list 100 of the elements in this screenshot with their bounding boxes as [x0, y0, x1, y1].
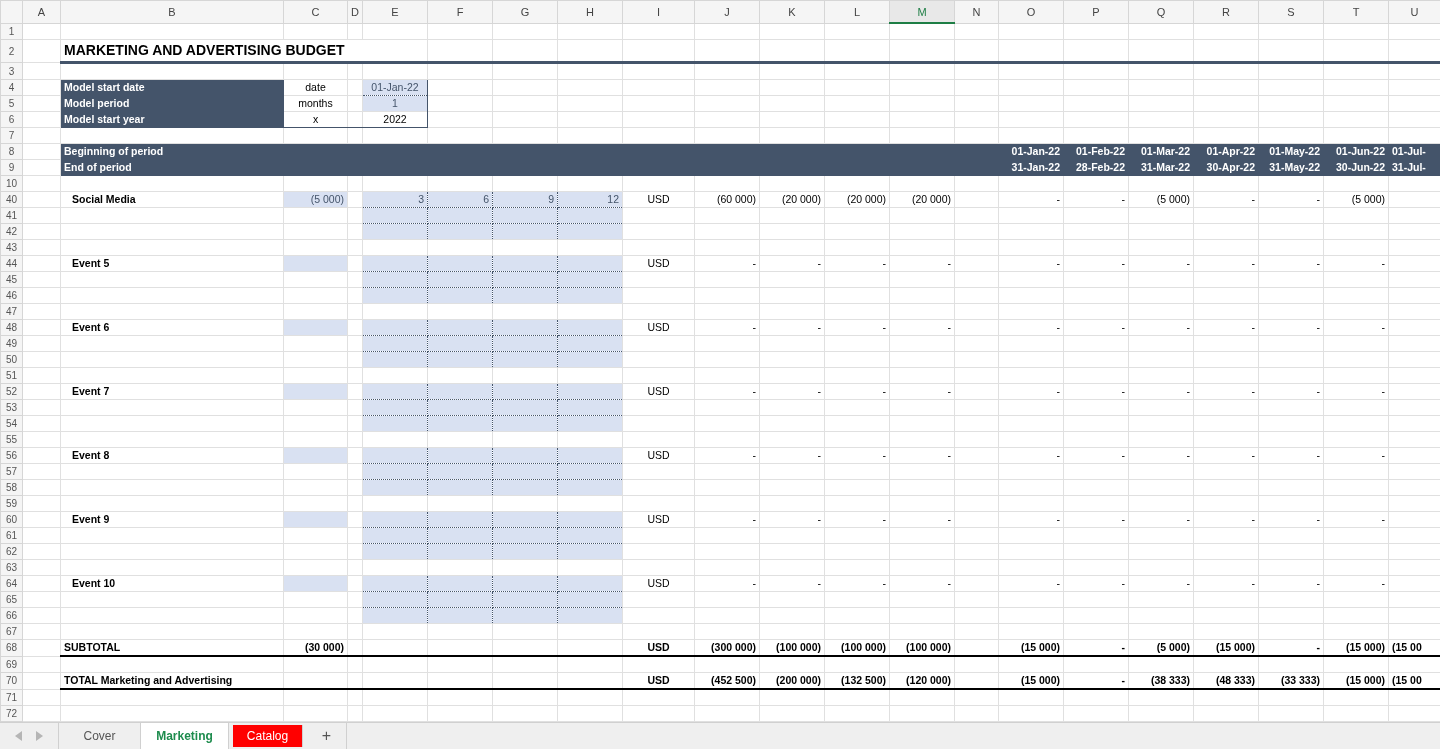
input-cell[interactable] [427, 271, 493, 288]
input-cell[interactable] [427, 399, 493, 416]
input-cell[interactable] [362, 271, 428, 288]
input-cell[interactable] [427, 287, 493, 304]
table-cell: - [1323, 511, 1389, 528]
table-cell: (5 000) [1323, 191, 1389, 208]
input-cell[interactable] [362, 415, 428, 432]
table-cell: USD [622, 639, 695, 656]
table-cell: - [694, 447, 760, 464]
input-cell[interactable] [427, 607, 493, 624]
column-header[interactable]: B [60, 0, 284, 23]
table-cell: - [1193, 319, 1259, 336]
input-cell[interactable] [492, 287, 558, 304]
input-cell[interactable] [362, 463, 428, 480]
input-cell[interactable] [492, 591, 558, 608]
table-cell: - [1128, 255, 1194, 272]
input-cell[interactable] [362, 399, 428, 416]
table-cell: USD [622, 575, 695, 592]
input-cell[interactable] [492, 527, 558, 544]
input-cell[interactable] [492, 335, 558, 352]
table-cell: - [889, 575, 955, 592]
input-cell[interactable] [362, 287, 428, 304]
input-cell[interactable] [492, 207, 558, 224]
table-cell: - [824, 319, 890, 336]
table-cell: USD [622, 383, 695, 400]
input-cell[interactable] [427, 591, 493, 608]
table-cell: x [283, 111, 348, 128]
input-cell[interactable] [492, 607, 558, 624]
input-cell[interactable] [362, 223, 428, 240]
sheet-tab[interactable]: Marketing [141, 723, 229, 749]
input-cell[interactable] [362, 351, 428, 368]
input-cell[interactable] [427, 223, 493, 240]
input-cell[interactable] [427, 463, 493, 480]
column-header[interactable]: H [557, 0, 623, 23]
column-header[interactable]: J [694, 0, 760, 23]
column-header[interactable]: S [1258, 0, 1324, 23]
column-header[interactable]: G [492, 0, 558, 23]
add-sheet-button[interactable]: + [307, 723, 347, 749]
column-header[interactable]: F [427, 0, 493, 23]
input-cell[interactable] [362, 335, 428, 352]
table-cell: (5 000) [1128, 191, 1194, 208]
input-cell[interactable] [427, 543, 493, 560]
input-cell[interactable] [492, 399, 558, 416]
table-cell: - [998, 511, 1064, 528]
table-cell: - [824, 447, 890, 464]
column-header[interactable]: L [824, 0, 890, 23]
input-cell[interactable] [362, 543, 428, 560]
input-cell[interactable] [427, 479, 493, 496]
table-cell: - [1323, 383, 1389, 400]
column-header[interactable]: E [362, 0, 428, 23]
input-cell[interactable] [362, 527, 428, 544]
table-cell: - [1063, 511, 1129, 528]
table-cell: - [1258, 511, 1324, 528]
input-cell[interactable] [362, 591, 428, 608]
input-cell[interactable] [492, 223, 558, 240]
input-cell[interactable] [427, 527, 493, 544]
input-cell[interactable] [492, 415, 558, 432]
column-header[interactable]: N [954, 0, 999, 23]
table-cell: - [889, 255, 955, 272]
sheet-tab[interactable]: Catalog [233, 725, 303, 747]
column-header[interactable]: Q [1128, 0, 1194, 23]
column-header[interactable]: M [889, 0, 955, 23]
table-cell: - [889, 319, 955, 336]
column-header[interactable]: U [1388, 0, 1440, 23]
table-cell: - [1063, 255, 1129, 272]
input-cell[interactable] [427, 415, 493, 432]
input-cell[interactable] [492, 543, 558, 560]
column-header[interactable]: R [1193, 0, 1259, 23]
table-cell: (100 000) [759, 639, 825, 656]
input-cell[interactable] [492, 351, 558, 368]
input-cell[interactable] [362, 207, 428, 224]
column-header[interactable]: A [22, 0, 61, 23]
table-cell: - [998, 383, 1064, 400]
column-header[interactable]: K [759, 0, 825, 23]
input-cell[interactable] [492, 479, 558, 496]
table-cell: - [1128, 319, 1194, 336]
input-cell[interactable] [362, 607, 428, 624]
table-cell: USD [622, 447, 695, 464]
input-cell[interactable] [362, 479, 428, 496]
table-cell: - [998, 319, 1064, 336]
table-cell: (15 000) [1323, 672, 1389, 689]
column-header[interactable]: P [1063, 0, 1129, 23]
table-cell: (15 000) [1193, 639, 1259, 656]
input-cell[interactable] [492, 271, 558, 288]
table-cell: - [1258, 575, 1324, 592]
table-cell: 2022 [362, 111, 428, 128]
column-header[interactable]: I [622, 0, 695, 23]
input-cell[interactable] [427, 335, 493, 352]
input-cell[interactable] [427, 207, 493, 224]
table-cell: months [283, 95, 348, 112]
row-header[interactable]: 2 [0, 39, 23, 63]
table-cell: USD [622, 191, 695, 208]
column-header[interactable]: T [1323, 0, 1389, 23]
table-cell: - [1128, 575, 1194, 592]
column-header[interactable]: O [998, 0, 1064, 23]
input-cell[interactable] [492, 463, 558, 480]
input-cell[interactable] [427, 351, 493, 368]
table-cell: - [1258, 191, 1324, 208]
table-cell: (20 000) [824, 191, 890, 208]
column-header[interactable]: C [283, 0, 348, 23]
